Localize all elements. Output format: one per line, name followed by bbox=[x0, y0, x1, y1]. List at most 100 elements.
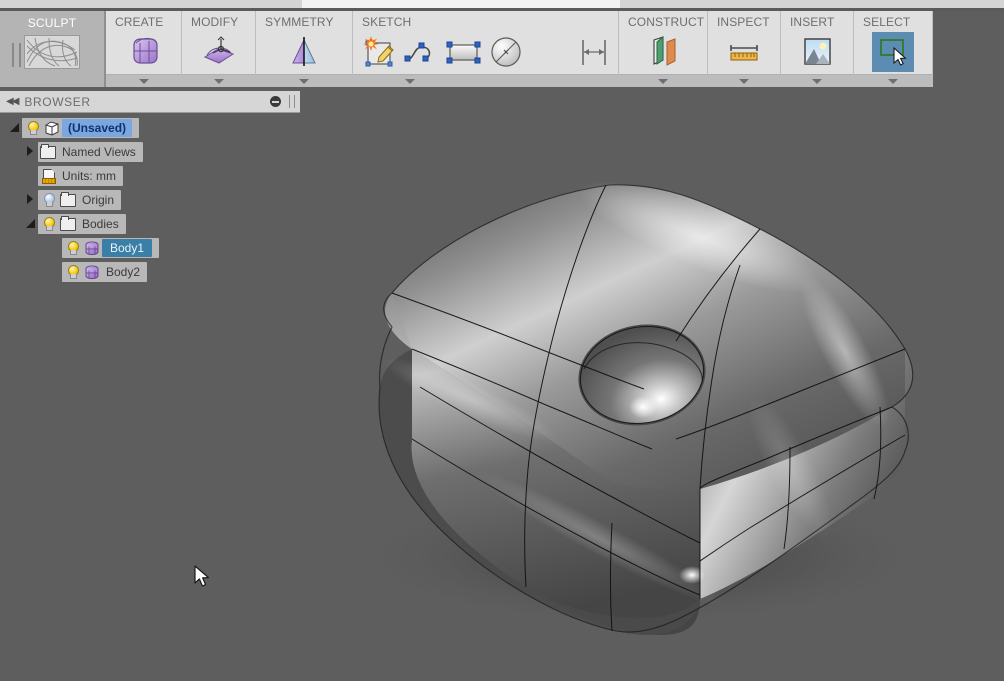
chevron-down-icon[interactable] bbox=[6, 119, 22, 137]
circle-icon[interactable] bbox=[485, 30, 527, 74]
visibility-bulb-icon[interactable] bbox=[38, 192, 58, 208]
create-sketch-icon[interactable] bbox=[359, 30, 401, 74]
sketch-dimension-icon[interactable] bbox=[573, 30, 615, 74]
browser-row-label: Body2 bbox=[106, 265, 141, 279]
workspace-switcher-sculpt[interactable]: SCULPT bbox=[0, 11, 106, 87]
browser-tree-row[interactable]: Units: mm bbox=[0, 166, 300, 186]
browser-tree-row[interactable]: Body2 bbox=[0, 262, 300, 282]
ribbon-panel-inspect: INSPECT bbox=[708, 11, 781, 87]
panel-icons-symmetry bbox=[256, 29, 352, 74]
panel-title-insert: INSERT bbox=[790, 15, 835, 29]
workspace-label: SCULPT bbox=[27, 16, 77, 30]
panel-title-symmetry: SYMMETRY bbox=[265, 15, 334, 29]
chevron-down-icon bbox=[812, 78, 822, 84]
browser-row-label: Body1 bbox=[102, 239, 153, 257]
document-tab-strip[interactable] bbox=[0, 0, 1004, 11]
panel-dropdown-create[interactable] bbox=[106, 74, 181, 87]
chevron-down-icon bbox=[299, 78, 309, 84]
minus-circle-icon[interactable] bbox=[270, 96, 281, 107]
panel-icons-inspect bbox=[708, 29, 780, 74]
spline-icon[interactable] bbox=[401, 30, 443, 74]
visibility-bulb-icon[interactable] bbox=[22, 120, 42, 136]
measure-ruler-icon[interactable] bbox=[721, 30, 767, 74]
panel-dropdown-modify[interactable] bbox=[182, 74, 255, 87]
panel-icons-construct bbox=[619, 29, 707, 74]
document-tab[interactable] bbox=[160, 0, 303, 8]
chevron-right-icon[interactable] bbox=[22, 191, 38, 209]
panel-icons-sketch bbox=[353, 29, 618, 74]
chevron-down-icon bbox=[404, 78, 415, 84]
edit-form-icon[interactable] bbox=[196, 30, 242, 74]
panel-title-inspect: INSPECT bbox=[717, 15, 770, 29]
mirror-symmetry-icon[interactable] bbox=[281, 30, 327, 74]
visibility-bulb-icon[interactable] bbox=[62, 240, 82, 256]
panel-dropdown-symmetry[interactable] bbox=[256, 74, 352, 87]
folder-icon bbox=[58, 215, 78, 231]
ribbon-toolbar: SCULPT CREATE MODIFY SYMMETRY SKETCH CON… bbox=[0, 11, 1004, 87]
tspline-box-icon[interactable] bbox=[121, 30, 167, 74]
document-tab-active[interactable] bbox=[302, 0, 621, 8]
browser-tree: (Unsaved) Named Views Units: mm Origin Bodie… bbox=[0, 113, 300, 282]
browser-row-content[interactable]: Body2 bbox=[62, 262, 148, 282]
browser-header: ◀◀ BROWSER bbox=[0, 91, 300, 113]
panel-dropdown-inspect[interactable] bbox=[708, 74, 780, 87]
document-tab[interactable] bbox=[0, 0, 161, 8]
panel-icons-create bbox=[106, 29, 181, 74]
ribbon-panel-sketch: SKETCH bbox=[353, 11, 619, 87]
chevron-down-icon[interactable] bbox=[22, 215, 38, 233]
panel-title-sketch: SKETCH bbox=[362, 15, 412, 29]
browser-row-content[interactable]: (Unsaved) bbox=[22, 118, 140, 138]
panel-title-create: CREATE bbox=[115, 15, 164, 29]
chevron-right-icon[interactable] bbox=[22, 143, 38, 161]
document-tab[interactable] bbox=[620, 0, 1004, 8]
browser-row-content[interactable]: Bodies bbox=[38, 214, 126, 234]
panel-dropdown-construct[interactable] bbox=[619, 74, 707, 87]
panel-dropdown-select[interactable] bbox=[854, 74, 932, 87]
browser-row-content[interactable]: Origin bbox=[38, 190, 122, 210]
browser-tree-row[interactable]: (Unsaved) bbox=[0, 118, 300, 138]
browser-row-content[interactable]: Units: mm bbox=[38, 166, 123, 186]
select-window-icon[interactable] bbox=[872, 31, 914, 72]
browser-row-label: (Unsaved) bbox=[62, 119, 133, 137]
browser-row-label: Origin bbox=[82, 193, 115, 207]
panel-dropdown-sketch[interactable] bbox=[353, 74, 618, 87]
browser-row-label: Named Views bbox=[62, 145, 136, 159]
browser-tree-row[interactable]: Named Views bbox=[0, 142, 300, 162]
ribbon-panel-select: SELECT bbox=[854, 11, 933, 87]
ribbon-panel-create: CREATE bbox=[106, 11, 182, 87]
browser-tree-row[interactable]: Bodies bbox=[0, 214, 300, 234]
ribbon-panels: SCULPT CREATE MODIFY SYMMETRY SKETCH CON… bbox=[0, 11, 933, 87]
visibility-bulb-icon[interactable] bbox=[38, 216, 58, 232]
chevron-down-icon bbox=[658, 78, 668, 84]
browser-row-content[interactable]: Named Views bbox=[38, 142, 143, 162]
browser-row-content[interactable]: Body1 bbox=[62, 238, 160, 258]
panel-title-construct: CONSTRUCT bbox=[628, 15, 705, 29]
panel-dropdown-insert[interactable] bbox=[781, 74, 853, 87]
chevron-down-icon bbox=[213, 78, 224, 84]
panel-title-select: SELECT bbox=[863, 15, 911, 29]
tspline-body-icon bbox=[82, 264, 102, 280]
ribbon-grip-icon[interactable] bbox=[12, 43, 21, 67]
browser-tree-row[interactable]: Body1 bbox=[0, 238, 300, 258]
folder-icon bbox=[38, 143, 58, 159]
sculpt-mesh-icon bbox=[24, 35, 80, 69]
construction-plane-icon[interactable] bbox=[640, 30, 686, 74]
chevron-down-icon bbox=[138, 78, 149, 84]
browser-row-label: Bodies bbox=[82, 217, 119, 231]
tspline-body-icon bbox=[82, 240, 102, 256]
browser-row-label: Units: mm bbox=[62, 169, 116, 183]
ribbon-panel-modify: MODIFY bbox=[182, 11, 256, 87]
double-chevron-left-icon[interactable]: ◀◀ bbox=[6, 96, 19, 107]
panel-grip-icon[interactable] bbox=[289, 95, 295, 108]
browser-tree-row[interactable]: Origin bbox=[0, 190, 300, 210]
visibility-bulb-icon[interactable] bbox=[62, 264, 82, 280]
panel-title-modify: MODIFY bbox=[191, 15, 239, 29]
insert-image-icon[interactable] bbox=[794, 30, 840, 74]
units-document-icon bbox=[38, 168, 58, 184]
panel-icons-insert bbox=[781, 29, 853, 74]
browser-title: BROWSER bbox=[24, 94, 91, 109]
folder-icon bbox=[58, 191, 78, 207]
panel-icons-modify bbox=[182, 29, 255, 74]
ribbon-panel-symmetry: SYMMETRY bbox=[256, 11, 353, 87]
rectangle-icon[interactable] bbox=[443, 30, 485, 74]
